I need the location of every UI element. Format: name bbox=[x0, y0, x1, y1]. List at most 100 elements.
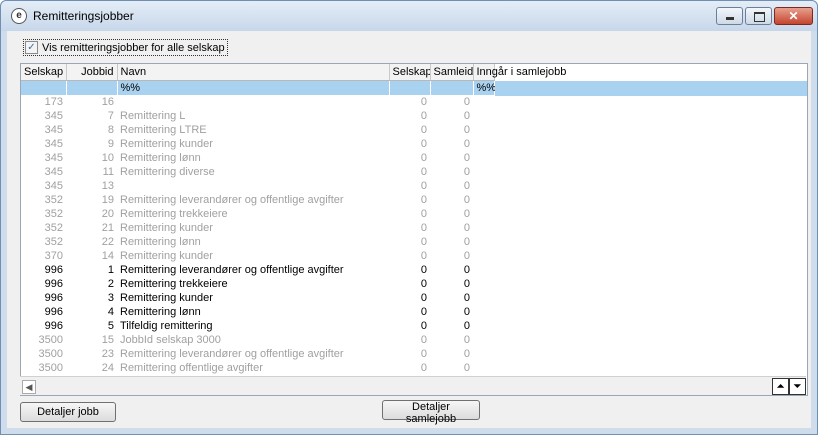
close-icon: ✕ bbox=[788, 9, 799, 23]
cell-selskap-2: 0 bbox=[420, 222, 427, 234]
cell-navn: JobbId selskap 3000 bbox=[120, 334, 221, 346]
cell-selskap: 345 bbox=[44, 124, 63, 136]
table-row[interactable]: 996 1 Remittering leverandører og offentli… bbox=[21, 263, 494, 277]
maximize-button[interactable] bbox=[745, 7, 772, 25]
cell-selskap: 3500 bbox=[38, 334, 63, 346]
scroll-left-icon[interactable]: ◀ bbox=[22, 380, 36, 394]
table-row[interactable]: 996 5 Tilfeldig remittering 0 0 bbox=[21, 319, 494, 333]
column-header-selskap[interactable]: Selskap bbox=[21, 64, 67, 81]
table-row[interactable]: 345 11 Remittering diverse 0 0 bbox=[21, 165, 494, 179]
cell-selskap-2: 0 bbox=[420, 194, 427, 206]
show-all-companies-checkbox-row[interactable]: ✓ Vis remitteringsjobber for alle selska… bbox=[23, 39, 228, 56]
window-title: Remitteringsjobber bbox=[33, 9, 134, 23]
cell-selskap-2: 0 bbox=[420, 306, 427, 318]
table-row[interactable]: 996 4 Remittering lønn 0 0 bbox=[21, 305, 494, 319]
cell-samleid: 0 bbox=[463, 166, 470, 178]
filter-cell-jobbid[interactable] bbox=[66, 80, 118, 95]
column-header-selskap-2[interactable]: Selskap bbox=[389, 64, 431, 81]
cell-jobbid: 5 bbox=[107, 320, 114, 332]
cell-inngar bbox=[473, 277, 494, 291]
cell-jobbid: 16 bbox=[101, 96, 114, 108]
table-row[interactable]: 345 7 Remittering L 0 0 bbox=[21, 109, 494, 123]
cell-inngar bbox=[473, 291, 494, 305]
cell-jobbid: 10 bbox=[101, 152, 114, 164]
cell-navn: Remittering leverandører og offentlige a… bbox=[120, 194, 344, 206]
cell-jobbid: 11 bbox=[102, 166, 114, 178]
cell-navn: Remittering LTRE bbox=[120, 124, 207, 136]
horizontal-scrollbar[interactable]: ◀ ⏶ ⏷ bbox=[20, 376, 806, 395]
table-row[interactable]: 352 21 Remittering kunder 0 0 bbox=[21, 221, 494, 235]
cell-samleid: 0 bbox=[463, 264, 470, 276]
table-row[interactable]: 345 8 Remittering LTRE 0 0 bbox=[21, 123, 494, 137]
minimize-button[interactable] bbox=[716, 7, 743, 25]
table-row[interactable]: 352 22 Remittering lønn 0 0 bbox=[21, 235, 494, 249]
cell-jobbid: 21 bbox=[101, 222, 114, 234]
column-header-samleid[interactable]: Samleid bbox=[430, 64, 474, 81]
cell-jobbid: 8 bbox=[107, 124, 114, 136]
cell-selskap-2: 0 bbox=[420, 180, 427, 192]
cell-inngar bbox=[473, 235, 494, 249]
title-bar: e Remitteringsjobber ✕ bbox=[1, 1, 817, 31]
cell-selskap-2: 0 bbox=[420, 320, 427, 332]
cell-jobbid: 3 bbox=[107, 292, 114, 304]
column-header-jobbid[interactable]: Jobbid bbox=[66, 64, 118, 81]
cell-navn: Tilfeldig remittering bbox=[120, 320, 213, 332]
close-button[interactable]: ✕ bbox=[774, 7, 813, 25]
window-content: ✓ Vis remitteringsjobber for alle selska… bbox=[7, 31, 811, 428]
cell-inngar bbox=[473, 123, 494, 137]
jobs-table: Selskap Jobbid Navn Selskap Samleid Inng… bbox=[21, 64, 566, 375]
cell-navn: Remittering trekkeiere bbox=[120, 278, 228, 290]
filter-row[interactable]: %% %% bbox=[21, 80, 496, 95]
cell-selskap-2: 0 bbox=[420, 166, 427, 178]
cell-samleid: 0 bbox=[463, 124, 470, 136]
cell-samleid: 0 bbox=[463, 362, 470, 374]
scroll-to-top-icon[interactable]: ⏶ bbox=[772, 378, 789, 395]
cell-inngar bbox=[473, 305, 494, 319]
table-row[interactable]: 3500 15 JobbId selskap 3000 0 0 bbox=[21, 333, 494, 347]
cell-jobbid: 14 bbox=[101, 250, 114, 262]
cell-inngar bbox=[473, 347, 494, 361]
cell-samleid: 0 bbox=[463, 96, 470, 108]
details-collective-job-button[interactable]: Detaljer samlejobb bbox=[382, 400, 480, 425]
cell-selskap: 352 bbox=[44, 208, 63, 220]
filter-cell-selskap[interactable] bbox=[21, 80, 67, 95]
show-all-companies-checkbox[interactable]: ✓ bbox=[25, 41, 38, 54]
details-job-button[interactable]: Detaljer jobb bbox=[20, 402, 116, 422]
filter-cell-inngar[interactable]: %% bbox=[473, 80, 496, 95]
cell-selskap-2: 0 bbox=[420, 110, 427, 122]
table-row[interactable]: 3500 23 Remittering leverandører og offent… bbox=[21, 347, 494, 361]
cell-navn: Remittering offentlige avgifter bbox=[120, 362, 263, 374]
table-row[interactable]: 370 14 Remittering kunder 0 0 bbox=[21, 249, 494, 263]
cell-jobbid: 9 bbox=[107, 138, 114, 150]
jobs-grid[interactable]: Selskap Jobbid Navn Selskap Samleid Inng… bbox=[20, 63, 808, 396]
table-row[interactable]: 996 2 Remittering trekkeiere 0 0 bbox=[21, 277, 494, 291]
cell-selskap: 996 bbox=[44, 292, 63, 304]
table-row[interactable]: 345 13 0 0 bbox=[21, 179, 494, 193]
column-header-inngar-i-samlejobb[interactable]: Inngår i samlejobb bbox=[473, 64, 566, 81]
cell-selskap: 345 bbox=[44, 138, 63, 150]
cell-samleid: 0 bbox=[463, 348, 470, 360]
table-row[interactable]: 345 10 Remittering lønn 0 0 bbox=[21, 151, 494, 165]
cell-selskap-2: 0 bbox=[420, 236, 427, 248]
table-row[interactable]: 352 19 Remittering leverandører og offentl… bbox=[21, 193, 494, 207]
cell-selskap-2: 0 bbox=[420, 96, 427, 108]
column-header-navn[interactable]: Navn bbox=[117, 64, 390, 81]
cell-samleid: 0 bbox=[463, 222, 470, 234]
cell-inngar bbox=[473, 179, 494, 193]
cell-selskap-2: 0 bbox=[420, 208, 427, 220]
table-row[interactable]: 3500 24 Remittering offentlige avgifter 0 0 bbox=[21, 361, 494, 375]
cell-selskap-2: 0 bbox=[420, 152, 427, 164]
table-row[interactable]: 173 16 0 0 bbox=[21, 95, 494, 109]
cell-inngar bbox=[473, 319, 494, 333]
cell-navn: Remittering lønn bbox=[120, 306, 201, 318]
filter-cell-selskap-2[interactable] bbox=[389, 80, 431, 95]
table-row[interactable]: 996 3 Remittering kunder 0 0 bbox=[21, 291, 494, 305]
scroll-to-bottom-icon[interactable]: ⏷ bbox=[789, 378, 806, 395]
filter-cell-samleid[interactable] bbox=[430, 80, 474, 95]
cell-samleid: 0 bbox=[463, 250, 470, 262]
cell-selskap-2: 0 bbox=[420, 138, 427, 150]
table-row[interactable]: 345 9 Remittering kunder 0 0 bbox=[21, 137, 494, 151]
cell-selskap: 345 bbox=[44, 166, 63, 178]
table-row[interactable]: 352 20 Remittering trekkeiere 0 0 bbox=[21, 207, 494, 221]
filter-cell-navn[interactable]: %% bbox=[117, 80, 390, 95]
